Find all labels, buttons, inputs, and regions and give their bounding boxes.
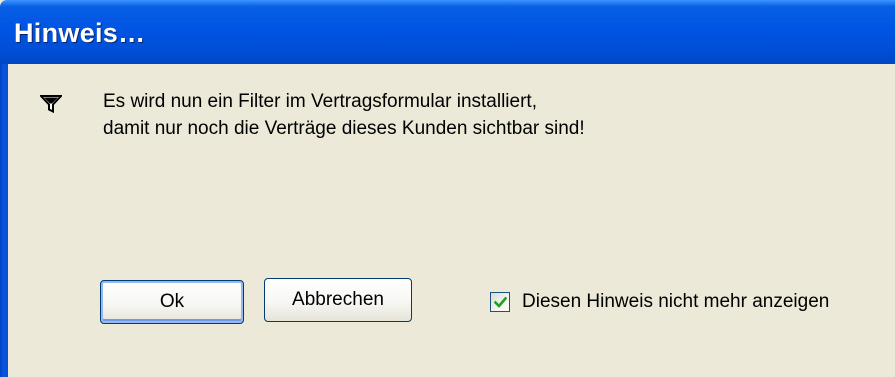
- dont-show-again-checkbox[interactable]: [490, 292, 510, 312]
- message-line-1: Es wird nun ein Filter im Vertragsformul…: [103, 91, 537, 112]
- filter-icon: [38, 95, 64, 114]
- checkmark-icon: [494, 296, 507, 308]
- title-bar[interactable]: Hinweis…: [0, 0, 895, 64]
- window-title: Hinweis…: [14, 18, 146, 48]
- cancel-button[interactable]: Abbrechen: [264, 278, 412, 322]
- dialog-window: Hinweis… Es wird nun ein Filter im Vertr…: [0, 0, 895, 377]
- ok-button[interactable]: Ok: [100, 280, 244, 324]
- window-border-left: [0, 64, 8, 377]
- dont-show-again-label[interactable]: Diesen Hinweis nicht mehr anzeigen: [522, 291, 829, 313]
- message-line-2: damit nur noch die Verträge dieses Kunde…: [103, 118, 585, 139]
- message-text: Es wird nun ein Filter im Vertragsformul…: [103, 88, 585, 142]
- dont-show-again-option[interactable]: Diesen Hinweis nicht mehr anzeigen: [490, 290, 829, 314]
